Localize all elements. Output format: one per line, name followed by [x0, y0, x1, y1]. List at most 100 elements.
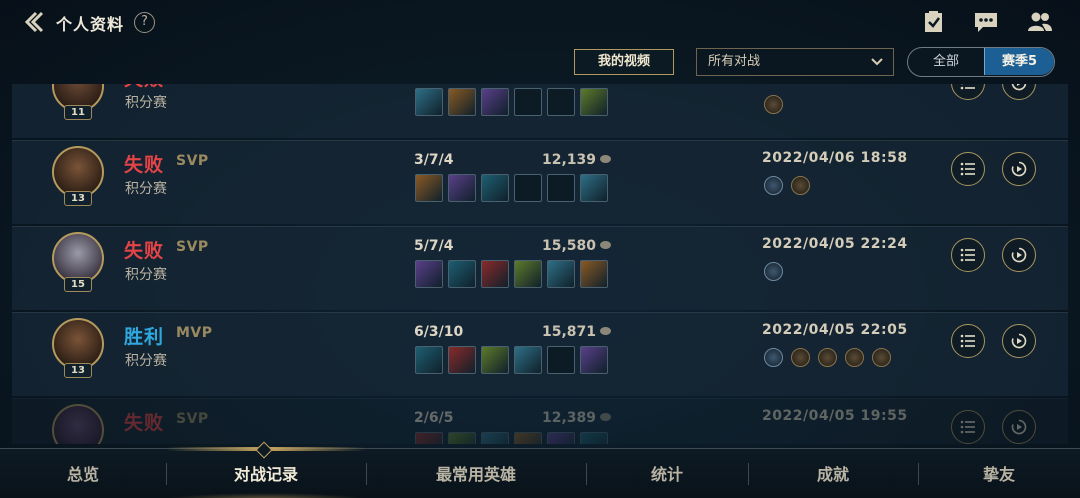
match-rating-badge: SVP: [176, 153, 209, 169]
item-icon[interactable]: [547, 346, 575, 374]
tab-stats[interactable]: 统计: [586, 449, 748, 498]
item-icon[interactable]: [415, 174, 443, 202]
replay-icon: [1011, 161, 1027, 177]
hero-level-badge: 13: [64, 363, 92, 378]
back-icon[interactable]: [22, 10, 46, 34]
bottom-nav: 总览 对战记录 最常用英雄 统计 成就 挚友: [0, 441, 1080, 498]
match-type-select[interactable]: 所有对战: [696, 48, 894, 76]
replay-button[interactable]: [1002, 152, 1036, 186]
kda-stat: 5/7/4: [414, 238, 454, 254]
match-result: 失败: [124, 412, 165, 434]
match-type-value: 所有对战: [708, 54, 761, 69]
match-row[interactable]: 13 失败 SVP 积分赛 3/7/4 12,139 2022/04/06 18:58: [12, 140, 1068, 224]
kda-stat: 3/7/4: [414, 152, 454, 168]
gold-stat: 12,139: [542, 152, 612, 168]
match-row[interactable]: 失败 SVP 2/6/5 12,389 2022/04/05 19:55: [12, 398, 1068, 444]
item-icon[interactable]: [514, 88, 542, 116]
help-icon[interactable]: ?: [134, 12, 155, 33]
hero-level-badge: 15: [64, 277, 92, 292]
item-icon[interactable]: [547, 432, 575, 444]
match-result: 失败: [124, 240, 165, 262]
replay-button[interactable]: [1002, 410, 1036, 444]
item-icon[interactable]: [514, 432, 542, 444]
item-icon[interactable]: [481, 174, 509, 202]
item-icon[interactable]: [580, 88, 608, 116]
list-icon: [960, 334, 975, 348]
match-details-button[interactable]: [951, 410, 985, 444]
medal-icon: [845, 348, 864, 367]
gold-stat: 15,580: [542, 238, 612, 254]
item-icon[interactable]: [580, 260, 608, 288]
gold-value: 12,139: [542, 152, 597, 168]
list-icon: [960, 248, 975, 262]
tab-achievements[interactable]: 成就: [748, 449, 918, 498]
replay-icon: [1011, 333, 1027, 349]
gold-icon: [600, 327, 612, 335]
match-details-button[interactable]: [951, 238, 985, 272]
item-icon[interactable]: [547, 174, 575, 202]
item-icon[interactable]: [415, 432, 443, 444]
medal-icon: [872, 348, 891, 367]
my-videos-button[interactable]: 我的视频: [574, 49, 674, 75]
item-icon[interactable]: [448, 88, 476, 116]
medal-icon: [764, 176, 783, 195]
chat-icon[interactable]: [973, 10, 999, 34]
item-slots: [415, 432, 608, 444]
kda-stat: 6/3/10: [414, 324, 464, 340]
segment-season[interactable]: 赛季5: [984, 48, 1054, 75]
match-mode: 积分赛: [125, 353, 167, 369]
tab-overview[interactable]: 总览: [0, 449, 166, 498]
item-icon[interactable]: [514, 346, 542, 374]
tab-best-friends[interactable]: 挚友: [918, 449, 1080, 498]
item-slots: [415, 260, 608, 288]
item-icon[interactable]: [547, 88, 575, 116]
medal-icon: [764, 95, 783, 114]
item-icon[interactable]: [448, 260, 476, 288]
item-icon[interactable]: [547, 260, 575, 288]
match-row[interactable]: 11 失败积分赛: [12, 84, 1068, 138]
list-icon: [960, 162, 975, 176]
gold-value: 15,871: [542, 324, 597, 340]
item-icon[interactable]: [448, 432, 476, 444]
replay-button[interactable]: [1002, 238, 1036, 272]
medal-list: [764, 95, 783, 114]
match-details-button[interactable]: [951, 152, 985, 186]
match-row[interactable]: 15 失败 SVP 积分赛 5/7/4 15,580 2022/04/05 22:24: [12, 226, 1068, 310]
tab-match-history[interactable]: 对战记录: [166, 449, 366, 498]
match-row[interactable]: 13 胜利 MVP 积分赛 6/3/10 15,871 2022/04/05 22:05: [12, 312, 1068, 396]
friends-icon[interactable]: [1027, 10, 1053, 34]
tab-most-used-heroes[interactable]: 最常用英雄: [366, 449, 586, 498]
item-icon[interactable]: [415, 346, 443, 374]
item-icon[interactable]: [448, 346, 476, 374]
item-icon[interactable]: [415, 88, 443, 116]
item-icon[interactable]: [514, 174, 542, 202]
list-icon: [960, 84, 975, 90]
medal-icon: [791, 176, 810, 195]
replay-icon: [1011, 247, 1027, 263]
item-icon[interactable]: [448, 174, 476, 202]
match-result: 失败: [124, 154, 165, 176]
item-icon[interactable]: [580, 432, 608, 444]
item-icon[interactable]: [481, 260, 509, 288]
match-result: 失败: [124, 84, 164, 91]
replay-button[interactable]: [1002, 84, 1036, 100]
medal-icon: [818, 348, 837, 367]
match-mode: 积分赛: [125, 181, 167, 197]
item-icon[interactable]: [514, 260, 542, 288]
match-history-list[interactable]: 11失败积分赛13失败SVP积分赛3/7/412,1392022/04/06 1…: [12, 84, 1068, 444]
match-date: 2022/04/05 22:05: [762, 322, 908, 338]
checklist-icon[interactable]: [921, 10, 947, 34]
match-details-button[interactable]: [951, 324, 985, 358]
item-icon[interactable]: [415, 260, 443, 288]
item-icon[interactable]: [481, 346, 509, 374]
replay-icon: [1011, 84, 1027, 91]
match-rating-badge: MVP: [176, 325, 213, 341]
item-icon[interactable]: [481, 88, 509, 116]
item-icon[interactable]: [580, 174, 608, 202]
item-icon[interactable]: [481, 432, 509, 444]
hero-avatar[interactable]: [52, 404, 104, 444]
match-details-button[interactable]: [951, 84, 985, 100]
segment-all[interactable]: 全部: [908, 48, 984, 75]
replay-button[interactable]: [1002, 324, 1036, 358]
item-icon[interactable]: [580, 346, 608, 374]
